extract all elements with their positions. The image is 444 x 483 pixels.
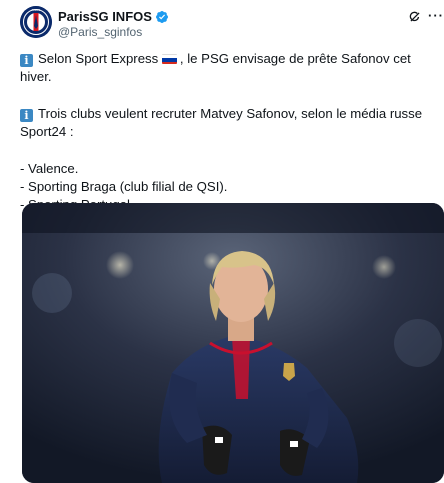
more-icon[interactable]: ··· [428,8,444,23]
tweet-media-photo[interactable] [22,203,444,483]
tweet-card[interactable]: PARIS ParisSG INFOS @Paris_sginfos ··· i… [0,0,444,483]
name-row: ParisSG INFOS [58,9,169,24]
account-avatar[interactable]: PARIS [20,6,52,38]
verified-badge-icon [155,10,169,24]
info-icon: i [20,54,33,67]
info-icon: i [20,108,33,122]
tweet-line-2: i Trois clubs veulent recruter Matvey Saf… [20,105,426,140]
list-item: - Valence. [20,160,79,176]
svg-text:PARIS: PARIS [32,8,41,12]
psg-crest-icon: PARIS [20,6,52,38]
account-handle[interactable]: @Paris_sginfos [58,25,142,39]
player-photo [22,203,444,483]
grok-icon[interactable] [408,10,422,24]
russia-flag-icon [161,54,177,64]
tweet-line-1: i Selon Sport Express , le PSG envisage d… [20,51,415,85]
tweet-text: i Selon Sport Express , le PSG envisage d… [20,50,440,215]
display-name[interactable]: ParisSG INFOS [58,9,152,24]
list-item: - Sporting Braga (club filial de QSI). [20,179,228,195]
